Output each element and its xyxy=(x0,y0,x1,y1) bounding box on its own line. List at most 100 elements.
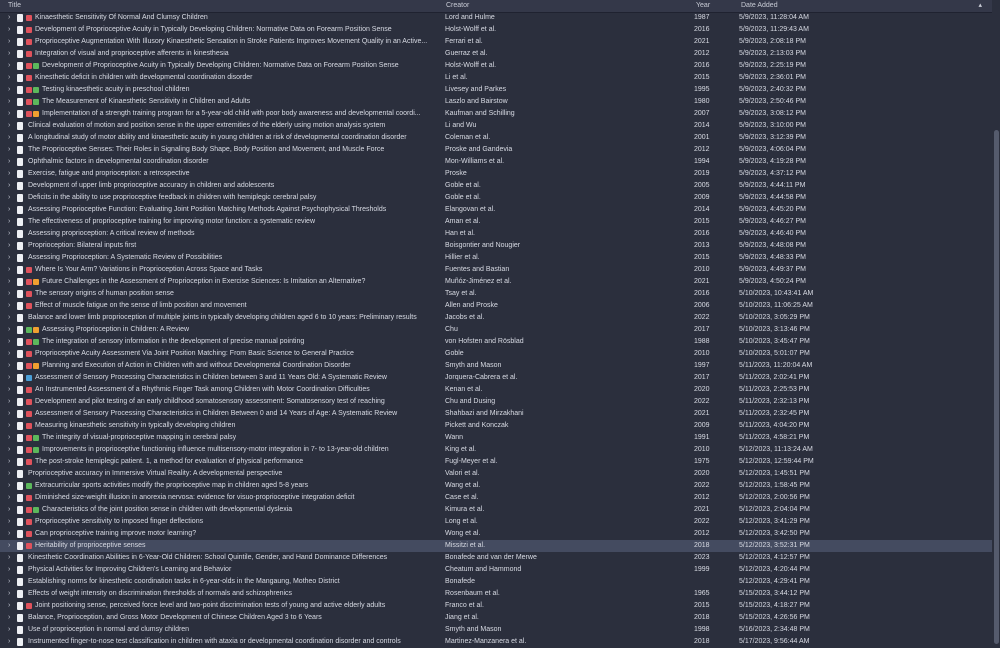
expand-chevron-icon[interactable]: › xyxy=(8,540,14,552)
table-row[interactable]: › Balance, Proprioception, and Gross Moto… xyxy=(0,612,992,624)
expand-chevron-icon[interactable]: › xyxy=(8,504,14,516)
table-row[interactable]: › Can proprioceptive training improve mot… xyxy=(0,528,992,540)
expand-chevron-icon[interactable]: › xyxy=(8,48,14,60)
table-row[interactable]: › A longitudinal study of motor ability a… xyxy=(0,132,992,144)
expand-chevron-icon[interactable]: › xyxy=(8,420,14,432)
table-row[interactable]: › Ophthalmic factors in developmental coo… xyxy=(0,156,992,168)
expand-chevron-icon[interactable]: › xyxy=(8,324,14,336)
table-row[interactable]: › Characteristics of the joint position s… xyxy=(0,504,992,516)
table-row[interactable]: › Diminished size-weight illusion in anor… xyxy=(0,492,992,504)
table-row[interactable]: › Clinical evaluation of motion and posit… xyxy=(0,120,992,132)
expand-chevron-icon[interactable]: › xyxy=(8,516,14,528)
table-row[interactable]: › Testing kinaesthetic acuity in preschoo… xyxy=(0,84,992,96)
expand-chevron-icon[interactable]: › xyxy=(8,144,14,156)
expand-chevron-icon[interactable]: › xyxy=(8,132,14,144)
table-row[interactable]: › Instrumented finger-to-nose test classi… xyxy=(0,636,992,648)
expand-chevron-icon[interactable]: › xyxy=(8,564,14,576)
expand-chevron-icon[interactable]: › xyxy=(8,480,14,492)
expand-chevron-icon[interactable]: › xyxy=(8,348,14,360)
expand-chevron-icon[interactable]: › xyxy=(8,336,14,348)
expand-chevron-icon[interactable]: › xyxy=(8,636,14,648)
expand-chevron-icon[interactable]: › xyxy=(8,72,14,84)
expand-chevron-icon[interactable]: › xyxy=(8,24,14,36)
expand-chevron-icon[interactable]: › xyxy=(8,288,14,300)
expand-chevron-icon[interactable]: › xyxy=(8,456,14,468)
table-row[interactable]: › Proprioception: Bilateral inputs first B… xyxy=(0,240,992,252)
table-row[interactable]: › Integration of visual and proprioceptiv… xyxy=(0,48,992,60)
table-row[interactable]: › Heritability of proprioceptive senses Mi… xyxy=(0,540,992,552)
table-row[interactable]: › Deficits in the ability to use proprioc… xyxy=(0,192,992,204)
expand-chevron-icon[interactable]: › xyxy=(8,384,14,396)
table-row[interactable]: › Development and pilot testing of an ear… xyxy=(0,396,992,408)
expand-chevron-icon[interactable]: › xyxy=(8,192,14,204)
table-row[interactable]: › The sensory origins of human position s… xyxy=(0,288,992,300)
expand-chevron-icon[interactable]: › xyxy=(8,216,14,228)
expand-chevron-icon[interactable]: › xyxy=(8,492,14,504)
table-row[interactable]: › Kinaesthetic Sensitivity Of Normal And … xyxy=(0,12,992,24)
expand-chevron-icon[interactable]: › xyxy=(8,612,14,624)
table-row[interactable]: › The integration of sensory information … xyxy=(0,336,992,348)
table-row[interactable]: › Development of Proprioceptive Acuity in… xyxy=(0,24,992,36)
table-row[interactable]: › Assessing Proprioceptive Function: Eval… xyxy=(0,204,992,216)
column-date-added[interactable]: Date Added xyxy=(741,2,778,9)
expand-chevron-icon[interactable]: › xyxy=(8,312,14,324)
expand-chevron-icon[interactable]: › xyxy=(8,84,14,96)
table-row[interactable]: › Exercise, fatigue and proprioception: a… xyxy=(0,168,992,180)
table-row[interactable]: › The post-stroke hemiplegic patient. 1, … xyxy=(0,456,992,468)
table-row[interactable]: › Assessing Proprioception in Children: A… xyxy=(0,324,992,336)
expand-chevron-icon[interactable]: › xyxy=(8,180,14,192)
table-row[interactable]: › Proprioceptive accuracy in Immersive Vi… xyxy=(0,468,992,480)
table-row[interactable]: › The integrity of visual-proprioceptive … xyxy=(0,432,992,444)
table-row[interactable]: › Assessing proprioception: A critical re… xyxy=(0,228,992,240)
table-row[interactable]: › An Instrumented Assessment of a Rhythmi… xyxy=(0,384,992,396)
table-row[interactable]: › Kinesthetic deficit in children with de… xyxy=(0,72,992,84)
column-year[interactable]: Year xyxy=(696,2,710,9)
expand-chevron-icon[interactable]: › xyxy=(8,12,14,24)
expand-chevron-icon[interactable]: › xyxy=(8,204,14,216)
expand-chevron-icon[interactable]: › xyxy=(8,468,14,480)
table-row[interactable]: › Implementation of a strength training p… xyxy=(0,108,992,120)
table-row[interactable]: › Planning and Execution of Action in Chi… xyxy=(0,360,992,372)
table-row[interactable]: › Assessment of Sensory Processing Charac… xyxy=(0,372,992,384)
table-row[interactable]: › Future Challenges in the Assessment of … xyxy=(0,276,992,288)
expand-chevron-icon[interactable]: › xyxy=(8,228,14,240)
table-row[interactable]: › The effectiveness of proprioceptive tra… xyxy=(0,216,992,228)
expand-chevron-icon[interactable]: › xyxy=(8,396,14,408)
expand-chevron-icon[interactable]: › xyxy=(8,252,14,264)
table-row[interactable]: › Use of proprioception in normal and clu… xyxy=(0,624,992,636)
expand-chevron-icon[interactable]: › xyxy=(8,432,14,444)
table-row[interactable]: › Extracurricular sports activities modif… xyxy=(0,480,992,492)
table-row[interactable]: › Development of upper limb proprioceptiv… xyxy=(0,180,992,192)
table-row[interactable]: › Joint positioning sense, perceived forc… xyxy=(0,600,992,612)
table-row[interactable]: › Proprioceptive Augmentation With Illuso… xyxy=(0,36,992,48)
table-row[interactable]: › Establishing norms for kinesthetic coor… xyxy=(0,576,992,588)
expand-chevron-icon[interactable]: › xyxy=(8,264,14,276)
table-row[interactable]: › Physical Activities for Improving Child… xyxy=(0,564,992,576)
expand-chevron-icon[interactable]: › xyxy=(8,600,14,612)
table-row[interactable]: › Effects of weight intensity on discrimi… xyxy=(0,588,992,600)
expand-chevron-icon[interactable]: › xyxy=(8,444,14,456)
expand-chevron-icon[interactable]: › xyxy=(8,36,14,48)
expand-chevron-icon[interactable]: › xyxy=(8,120,14,132)
table-row[interactable]: › Proprioceptive Acuity Assessment Via Jo… xyxy=(0,348,992,360)
table-row[interactable]: › Kinesthetic Coordination Abilities in 6… xyxy=(0,552,992,564)
table-row[interactable]: › Measuring kinaesthetic sensitivity in t… xyxy=(0,420,992,432)
expand-chevron-icon[interactable]: › xyxy=(8,528,14,540)
table-row[interactable]: › The Proprioceptive Senses: Their Roles … xyxy=(0,144,992,156)
table-row[interactable]: › Proprioceptive sensitivity to imposed f… xyxy=(0,516,992,528)
table-row[interactable]: › Assessing Proprioception: A Systematic … xyxy=(0,252,992,264)
table-row[interactable]: › Assessment of Sensory Processing Charac… xyxy=(0,408,992,420)
table-row[interactable]: › Improvements in proprioceptive function… xyxy=(0,444,992,456)
expand-chevron-icon[interactable]: › xyxy=(8,624,14,636)
expand-chevron-icon[interactable]: › xyxy=(8,96,14,108)
expand-chevron-icon[interactable]: › xyxy=(8,276,14,288)
column-creator[interactable]: Creator xyxy=(446,2,469,9)
expand-chevron-icon[interactable]: › xyxy=(8,576,14,588)
expand-chevron-icon[interactable]: › xyxy=(8,300,14,312)
expand-chevron-icon[interactable]: › xyxy=(8,372,14,384)
table-row[interactable]: › Development of Proprioceptive Acuity in… xyxy=(0,60,992,72)
expand-chevron-icon[interactable]: › xyxy=(8,360,14,372)
expand-chevron-icon[interactable]: › xyxy=(8,168,14,180)
sort-descending-icon[interactable]: ▴ xyxy=(978,1,982,9)
table-row[interactable]: › Balance and lower limb proprioception o… xyxy=(0,312,992,324)
